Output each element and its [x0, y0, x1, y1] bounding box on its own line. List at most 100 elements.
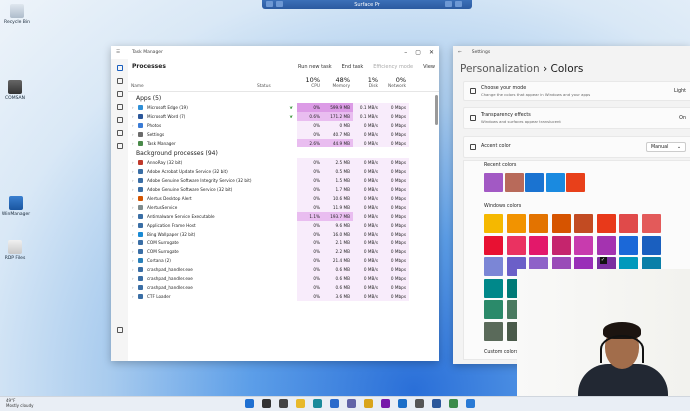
- minimize-button[interactable]: –: [404, 49, 407, 56]
- desktop-icon-winmanager[interactable]: WinManager: [0, 196, 33, 217]
- table-row[interactable]: › Cortana (2) 0% 21.4 MB 0 MB/s 0 Mbps: [128, 256, 439, 266]
- recent-color-swatch[interactable]: [484, 173, 503, 192]
- column-status[interactable]: Status: [254, 74, 297, 91]
- table-row[interactable]: › CTF Loader 0% 3.6 MB 0 MB/s 0 Mbps: [128, 291, 439, 301]
- windows-color-swatch[interactable]: [619, 214, 638, 233]
- table-row[interactable]: › Adobe Genuine Software Service (32 bit)…: [128, 185, 439, 195]
- table-row[interactable]: › crashpad_handler.exe 0% 0.6 MB 0 MB/s 0 Mbp…: [128, 265, 439, 275]
- table-row[interactable]: › Photos 0% 0 MB 0 MB/s 0 Mbps: [128, 120, 439, 130]
- transparency-setting[interactable]: Transparency effects Windows and surfaces…: [463, 107, 690, 129]
- app-history-nav-icon[interactable]: [116, 91, 123, 97]
- efficiency-mode-button[interactable]: Efficiency mode: [373, 64, 413, 70]
- windows-color-swatch[interactable]: [484, 300, 503, 319]
- windows-color-swatch[interactable]: [484, 257, 503, 276]
- table-row[interactable]: › AnnoRay (32 bit) 0% 2.5 MB 0 MB/s 0 Mbps: [128, 158, 439, 168]
- table-row[interactable]: › AlertusService 0% 11.9 MB 0 MB/s 0 Mbps: [128, 202, 439, 212]
- end-task-button[interactable]: End task: [342, 64, 364, 70]
- recent-color-swatch[interactable]: [566, 173, 585, 192]
- table-row[interactable]: › Application Frame Host 0% 9.6 MB 0 MB/s 0 M…: [128, 220, 439, 230]
- table-row[interactable]: › Settings 0% 40.7 MB 0 MB/s 0 Mbps: [128, 129, 439, 139]
- table-row[interactable]: › Microsoft Word (7) ❦ 0.6% 171.2 MB 0.1 MB/s…: [128, 111, 439, 121]
- windows-color-swatch[interactable]: [529, 214, 548, 233]
- start-icon[interactable]: [245, 399, 254, 408]
- table-row[interactable]: › Bing Wallpaper (32 bit) 0% 16.0 MB 0 MB/s 0…: [128, 229, 439, 239]
- pin-icon[interactable]: [266, 1, 273, 7]
- details-nav-icon[interactable]: [116, 130, 123, 136]
- teams-icon[interactable]: [347, 399, 356, 408]
- windows-color-swatch[interactable]: [641, 235, 661, 255]
- windows-color-swatch[interactable]: [596, 235, 616, 255]
- store-icon[interactable]: [330, 399, 339, 408]
- word-icon[interactable]: [432, 399, 441, 408]
- desktop-icon-comsan[interactable]: COMSAN: [0, 80, 32, 101]
- startup-apps-nav-icon[interactable]: [116, 104, 123, 110]
- settings-nav-icon[interactable]: [116, 327, 123, 333]
- desktop-icon-rdp-files[interactable]: RDP Files: [0, 240, 32, 261]
- back-arrow-icon[interactable]: ←: [458, 50, 462, 55]
- column-disk[interactable]: 1% Disk: [353, 74, 381, 91]
- chrome-icon[interactable]: [364, 399, 373, 408]
- onenote-icon[interactable]: [381, 399, 390, 408]
- column-memory[interactable]: 48% Memory: [323, 74, 353, 91]
- column-name[interactable]: Name: [128, 74, 254, 91]
- view-menu-button[interactable]: View: [423, 64, 435, 70]
- task-manager-titlebar[interactable]: ☰ Task Manager – ▢ ✕: [111, 46, 439, 59]
- table-row[interactable]: › Task Manager 2.6% 44.9 MB 0 MB/s 0 Mbps: [128, 138, 439, 148]
- photos-icon[interactable]: [466, 399, 475, 408]
- windows-color-swatch[interactable]: [484, 321, 503, 341]
- table-row[interactable]: › Alertus Desktop Alert 0% 10.6 MB 0 MB/s 0 M…: [128, 194, 439, 203]
- transparency-toggle[interactable]: On: [679, 116, 686, 121]
- windows-color-swatch[interactable]: [529, 235, 548, 255]
- process-list-scrollbar[interactable]: [435, 95, 438, 125]
- settings-icon[interactable]: [415, 399, 424, 408]
- accent-color-dropdown[interactable]: Manual ⌄: [646, 142, 686, 152]
- desktop-icon-recycle-bin[interactable]: Recycle Bin: [0, 4, 34, 25]
- weather-widget[interactable]: 49°F Mostly cloudy: [6, 398, 34, 408]
- task-manager-icon[interactable]: [449, 399, 458, 408]
- edge-icon[interactable]: [313, 399, 322, 408]
- choose-mode-setting[interactable]: Choose your mode Change the colors that a…: [463, 81, 690, 101]
- restore-icon[interactable]: [455, 1, 462, 7]
- table-row[interactable]: › COM Surrogate 0% 2.1 MB 0 MB/s 0 Mbps: [128, 238, 439, 248]
- table-row[interactable]: › COM Surrogate 0% 2.2 MB 0 MB/s 0 Mbps: [128, 247, 439, 257]
- mode-dropdown[interactable]: Light: [674, 89, 686, 94]
- table-row[interactable]: › Microsoft Edge (19) ❦ 0% 599.9 MB 0.1 MB/s 0…: [128, 103, 439, 112]
- connection-icon[interactable]: [276, 1, 283, 7]
- search-icon[interactable]: [262, 399, 271, 408]
- outlook-icon[interactable]: [398, 399, 407, 408]
- table-row[interactable]: › Adobe Genuine Software Integrity Servic…: [128, 176, 439, 186]
- windows-color-swatch[interactable]: [484, 235, 503, 255]
- windows-color-swatch[interactable]: [484, 214, 503, 233]
- remote-desktop-bar[interactable]: Surface Pr: [262, 0, 472, 9]
- processes-nav-icon[interactable]: [116, 65, 123, 71]
- table-row[interactable]: › Antimalware Service Executable 1.1% 193.7…: [128, 211, 439, 221]
- run-new-task-button[interactable]: Run new task: [298, 64, 332, 70]
- windows-color-swatch[interactable]: [574, 214, 593, 233]
- task-manager-window[interactable]: ☰ Task Manager – ▢ ✕ Processes Run new t…: [111, 46, 439, 361]
- windows-color-swatch[interactable]: [506, 235, 526, 255]
- services-nav-icon[interactable]: [116, 143, 123, 149]
- close-button[interactable]: ✕: [429, 49, 434, 56]
- windows-color-swatch[interactable]: [596, 214, 616, 233]
- settings-titlebar[interactable]: ← Settings: [453, 46, 690, 59]
- breadcrumb-personalization[interactable]: Personalization: [460, 63, 540, 75]
- table-row[interactable]: › Adobe Acrobat Update Service (32 bit) 0%…: [128, 167, 439, 177]
- column-cpu[interactable]: 10% CPU: [297, 74, 323, 91]
- windows-color-swatch[interactable]: [574, 235, 593, 255]
- windows-color-swatch[interactable]: [506, 214, 526, 233]
- recent-color-swatch[interactable]: [525, 173, 544, 192]
- task-view-icon[interactable]: [279, 399, 288, 408]
- minimize-icon[interactable]: [445, 1, 452, 7]
- windows-color-swatch[interactable]: [551, 235, 571, 255]
- column-network[interactable]: 0% Network: [381, 74, 409, 91]
- windows-color-swatch[interactable]: [619, 235, 638, 255]
- accent-color-setting[interactable]: Accent color Manual ⌄: [463, 136, 690, 158]
- windows-color-swatch[interactable]: [551, 214, 571, 233]
- table-row[interactable]: › crashpad_handler.exe 0% 0.6 MB 0 MB/s 0 Mbp…: [128, 282, 439, 292]
- table-row[interactable]: › crashpad_handler.exe 0% 0.6 MB 0 MB/s 0 Mbp…: [128, 274, 439, 283]
- performance-nav-icon[interactable]: [116, 78, 123, 84]
- file-explorer-icon[interactable]: [296, 399, 305, 408]
- users-nav-icon[interactable]: [116, 117, 123, 123]
- hamburger-menu-icon[interactable]: ☰: [116, 50, 120, 55]
- windows-color-swatch[interactable]: [641, 214, 661, 233]
